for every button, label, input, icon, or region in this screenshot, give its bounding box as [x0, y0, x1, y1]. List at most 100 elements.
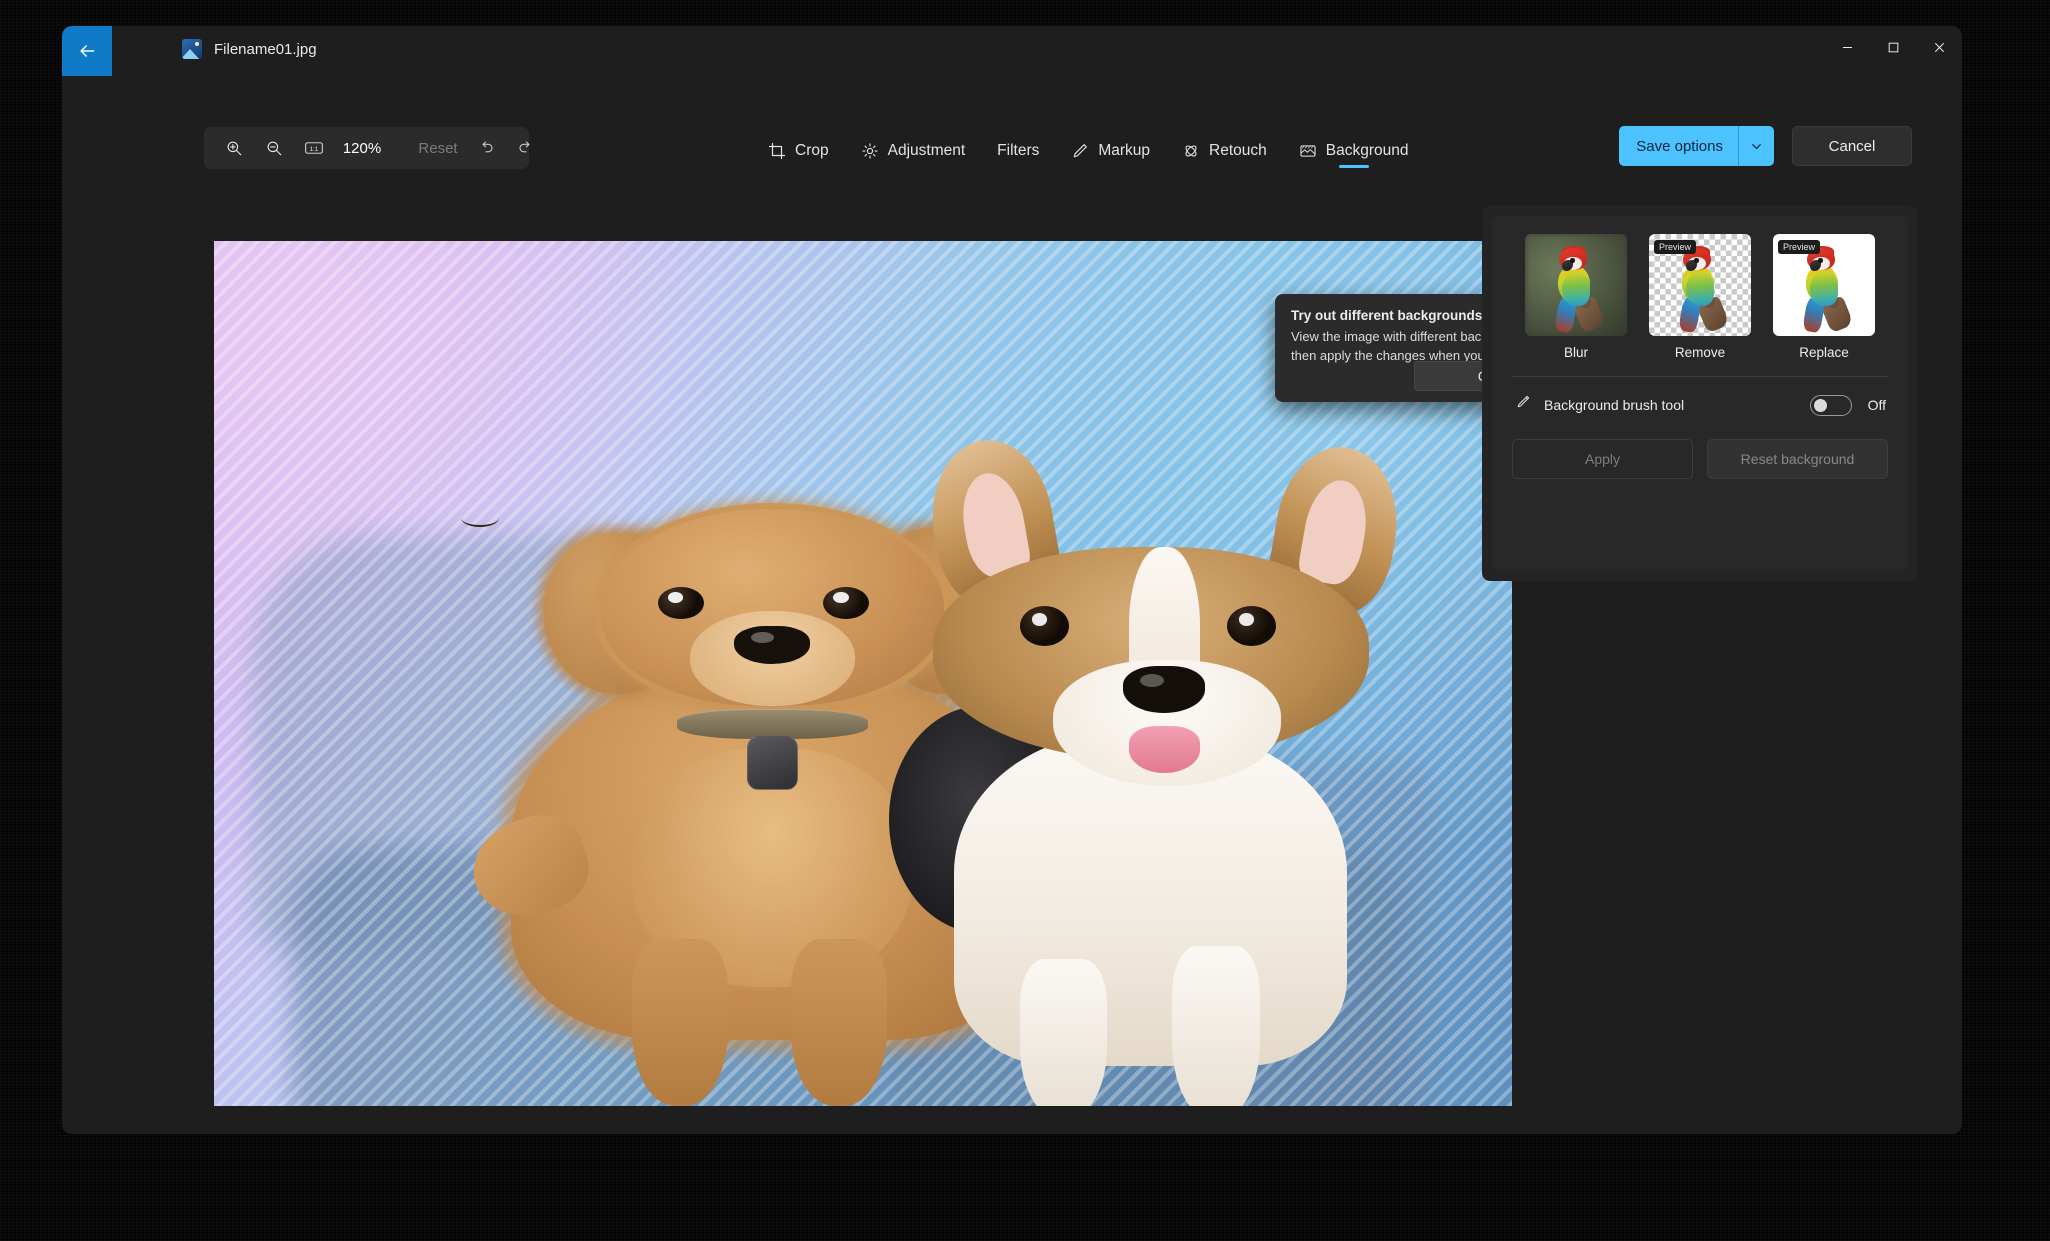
tab-label: Markup [1098, 142, 1150, 160]
tab-label: Adjustment [888, 142, 966, 160]
background-brush-row: Background brush tool Off [1508, 377, 1892, 433]
tab-crop[interactable]: Crop [752, 124, 845, 170]
panel-action-buttons: Apply Reset background [1508, 433, 1892, 479]
corgi-nose [1123, 666, 1205, 713]
zoom-in-button[interactable] [214, 131, 254, 165]
reset-zoom-button[interactable]: Reset [410, 131, 466, 165]
background-brush-state: Off [1852, 397, 1886, 413]
background-option-blur[interactable]: Blur [1525, 234, 1627, 360]
blur-thumbnail [1525, 234, 1627, 336]
zoom-out-icon [265, 139, 283, 157]
tab-indicator [1339, 165, 1369, 168]
zoom-out-button[interactable] [254, 131, 294, 165]
tab-indicator [1096, 165, 1126, 168]
doodle-eye-left [658, 587, 704, 619]
undo-button[interactable] [466, 131, 506, 165]
actual-size-button[interactable]: 1:1 [294, 131, 334, 165]
title-bar: Filename01.jpg [62, 26, 1962, 88]
doodle-front-leg-right [791, 939, 886, 1106]
undo-icon [477, 139, 495, 157]
toggle-knob [1814, 399, 1827, 412]
parrot-illustration [1665, 246, 1734, 332]
retouch-icon [1182, 142, 1200, 160]
crop-icon [768, 142, 786, 160]
redo-button[interactable] [506, 131, 546, 165]
corgi-front-leg-right [1172, 946, 1259, 1106]
desktop-backdrop: Filename01.jpg [0, 0, 2050, 1241]
back-button[interactable] [62, 26, 112, 76]
close-button[interactable] [1916, 26, 1962, 68]
reset-background-button[interactable]: Reset background [1707, 439, 1888, 479]
parrot-eye [1694, 258, 1698, 262]
doodle-eye-right [823, 587, 869, 619]
background-options: Blur Preview [1508, 234, 1892, 360]
zoom-controls: 1:1 120% Reset [204, 127, 529, 169]
tab-indicator [1209, 165, 1239, 168]
save-options-dropdown[interactable] [1738, 126, 1774, 166]
parrot-eye [1570, 258, 1574, 262]
file-name-label: Filename01.jpg [214, 41, 317, 58]
doodle-front-leg-left [632, 939, 727, 1106]
parrot-eye [1818, 258, 1822, 262]
background-brush-label: Background brush tool [1544, 397, 1810, 413]
chevron-down-icon [1750, 140, 1763, 153]
corgi-eye-left [1020, 606, 1069, 646]
doodle-collar [677, 709, 868, 739]
tab-indicator [1003, 165, 1033, 168]
doodle-mouth [461, 509, 499, 527]
parrot-wing [1810, 272, 1838, 306]
save-options-label: Save options [1619, 138, 1738, 155]
background-brush-toggle[interactable] [1810, 395, 1852, 416]
save-options-button[interactable]: Save options [1619, 126, 1774, 166]
tab-retouch[interactable]: Retouch [1166, 124, 1283, 170]
editor-tabs: Crop Adjustment Filters [752, 124, 1425, 170]
zoom-level-label: 120% [334, 131, 390, 165]
tab-adjustment[interactable]: Adjustment [845, 124, 982, 170]
tab-indicator [898, 165, 928, 168]
background-option-label: Replace [1773, 345, 1875, 360]
svg-text:1:1: 1:1 [310, 146, 319, 153]
replace-thumbnail: Preview [1773, 234, 1875, 336]
tab-label: Background [1326, 142, 1409, 160]
background-icon [1299, 142, 1317, 160]
tab-label: Retouch [1209, 142, 1267, 160]
file-thumbnail-icon [182, 39, 202, 59]
parrot-illustration [1541, 246, 1610, 332]
tab-indicator [783, 165, 813, 168]
corgi-front-leg-left [1020, 959, 1107, 1106]
remove-thumbnail: Preview [1649, 234, 1751, 336]
background-panel: Blur Preview [1482, 206, 1918, 581]
maximize-button[interactable] [1870, 26, 1916, 68]
zoom-in-icon [225, 139, 243, 157]
tab-markup[interactable]: Markup [1055, 124, 1166, 170]
tab-label: Crop [795, 142, 829, 160]
minimize-button[interactable] [1824, 26, 1870, 68]
background-option-label: Blur [1525, 345, 1627, 360]
tab-background[interactable]: Background [1283, 124, 1425, 170]
cancel-button[interactable]: Cancel [1792, 126, 1912, 166]
brush-icon [1514, 394, 1536, 416]
background-option-label: Remove [1649, 345, 1751, 360]
background-option-remove[interactable]: Preview [1649, 234, 1751, 360]
parrot-wing [1686, 272, 1714, 306]
corgi-tongue [1129, 726, 1200, 773]
minimize-icon [1842, 42, 1853, 53]
parrot-wing [1562, 272, 1590, 306]
window-controls [1824, 26, 1962, 68]
back-arrow-icon [77, 41, 97, 61]
apply-button[interactable]: Apply [1512, 439, 1693, 479]
maximize-icon [1888, 42, 1899, 53]
file-title-group: Filename01.jpg [182, 39, 317, 59]
brightness-icon [861, 142, 879, 160]
tab-label: Filters [997, 142, 1039, 160]
editor-toolbar: 1:1 120% Reset [62, 112, 1962, 172]
redo-icon [517, 139, 535, 157]
background-panel-inner: Blur Preview [1492, 216, 1908, 571]
parrot-illustration [1789, 246, 1858, 332]
preview-badge: Preview [1778, 240, 1820, 254]
doodle-collar-tag [747, 736, 798, 790]
tab-filters[interactable]: Filters [981, 124, 1055, 170]
background-option-replace[interactable]: Preview [1773, 234, 1875, 360]
dog-corgi [889, 440, 1434, 1106]
photos-editor-window: Filename01.jpg [62, 26, 1962, 1134]
